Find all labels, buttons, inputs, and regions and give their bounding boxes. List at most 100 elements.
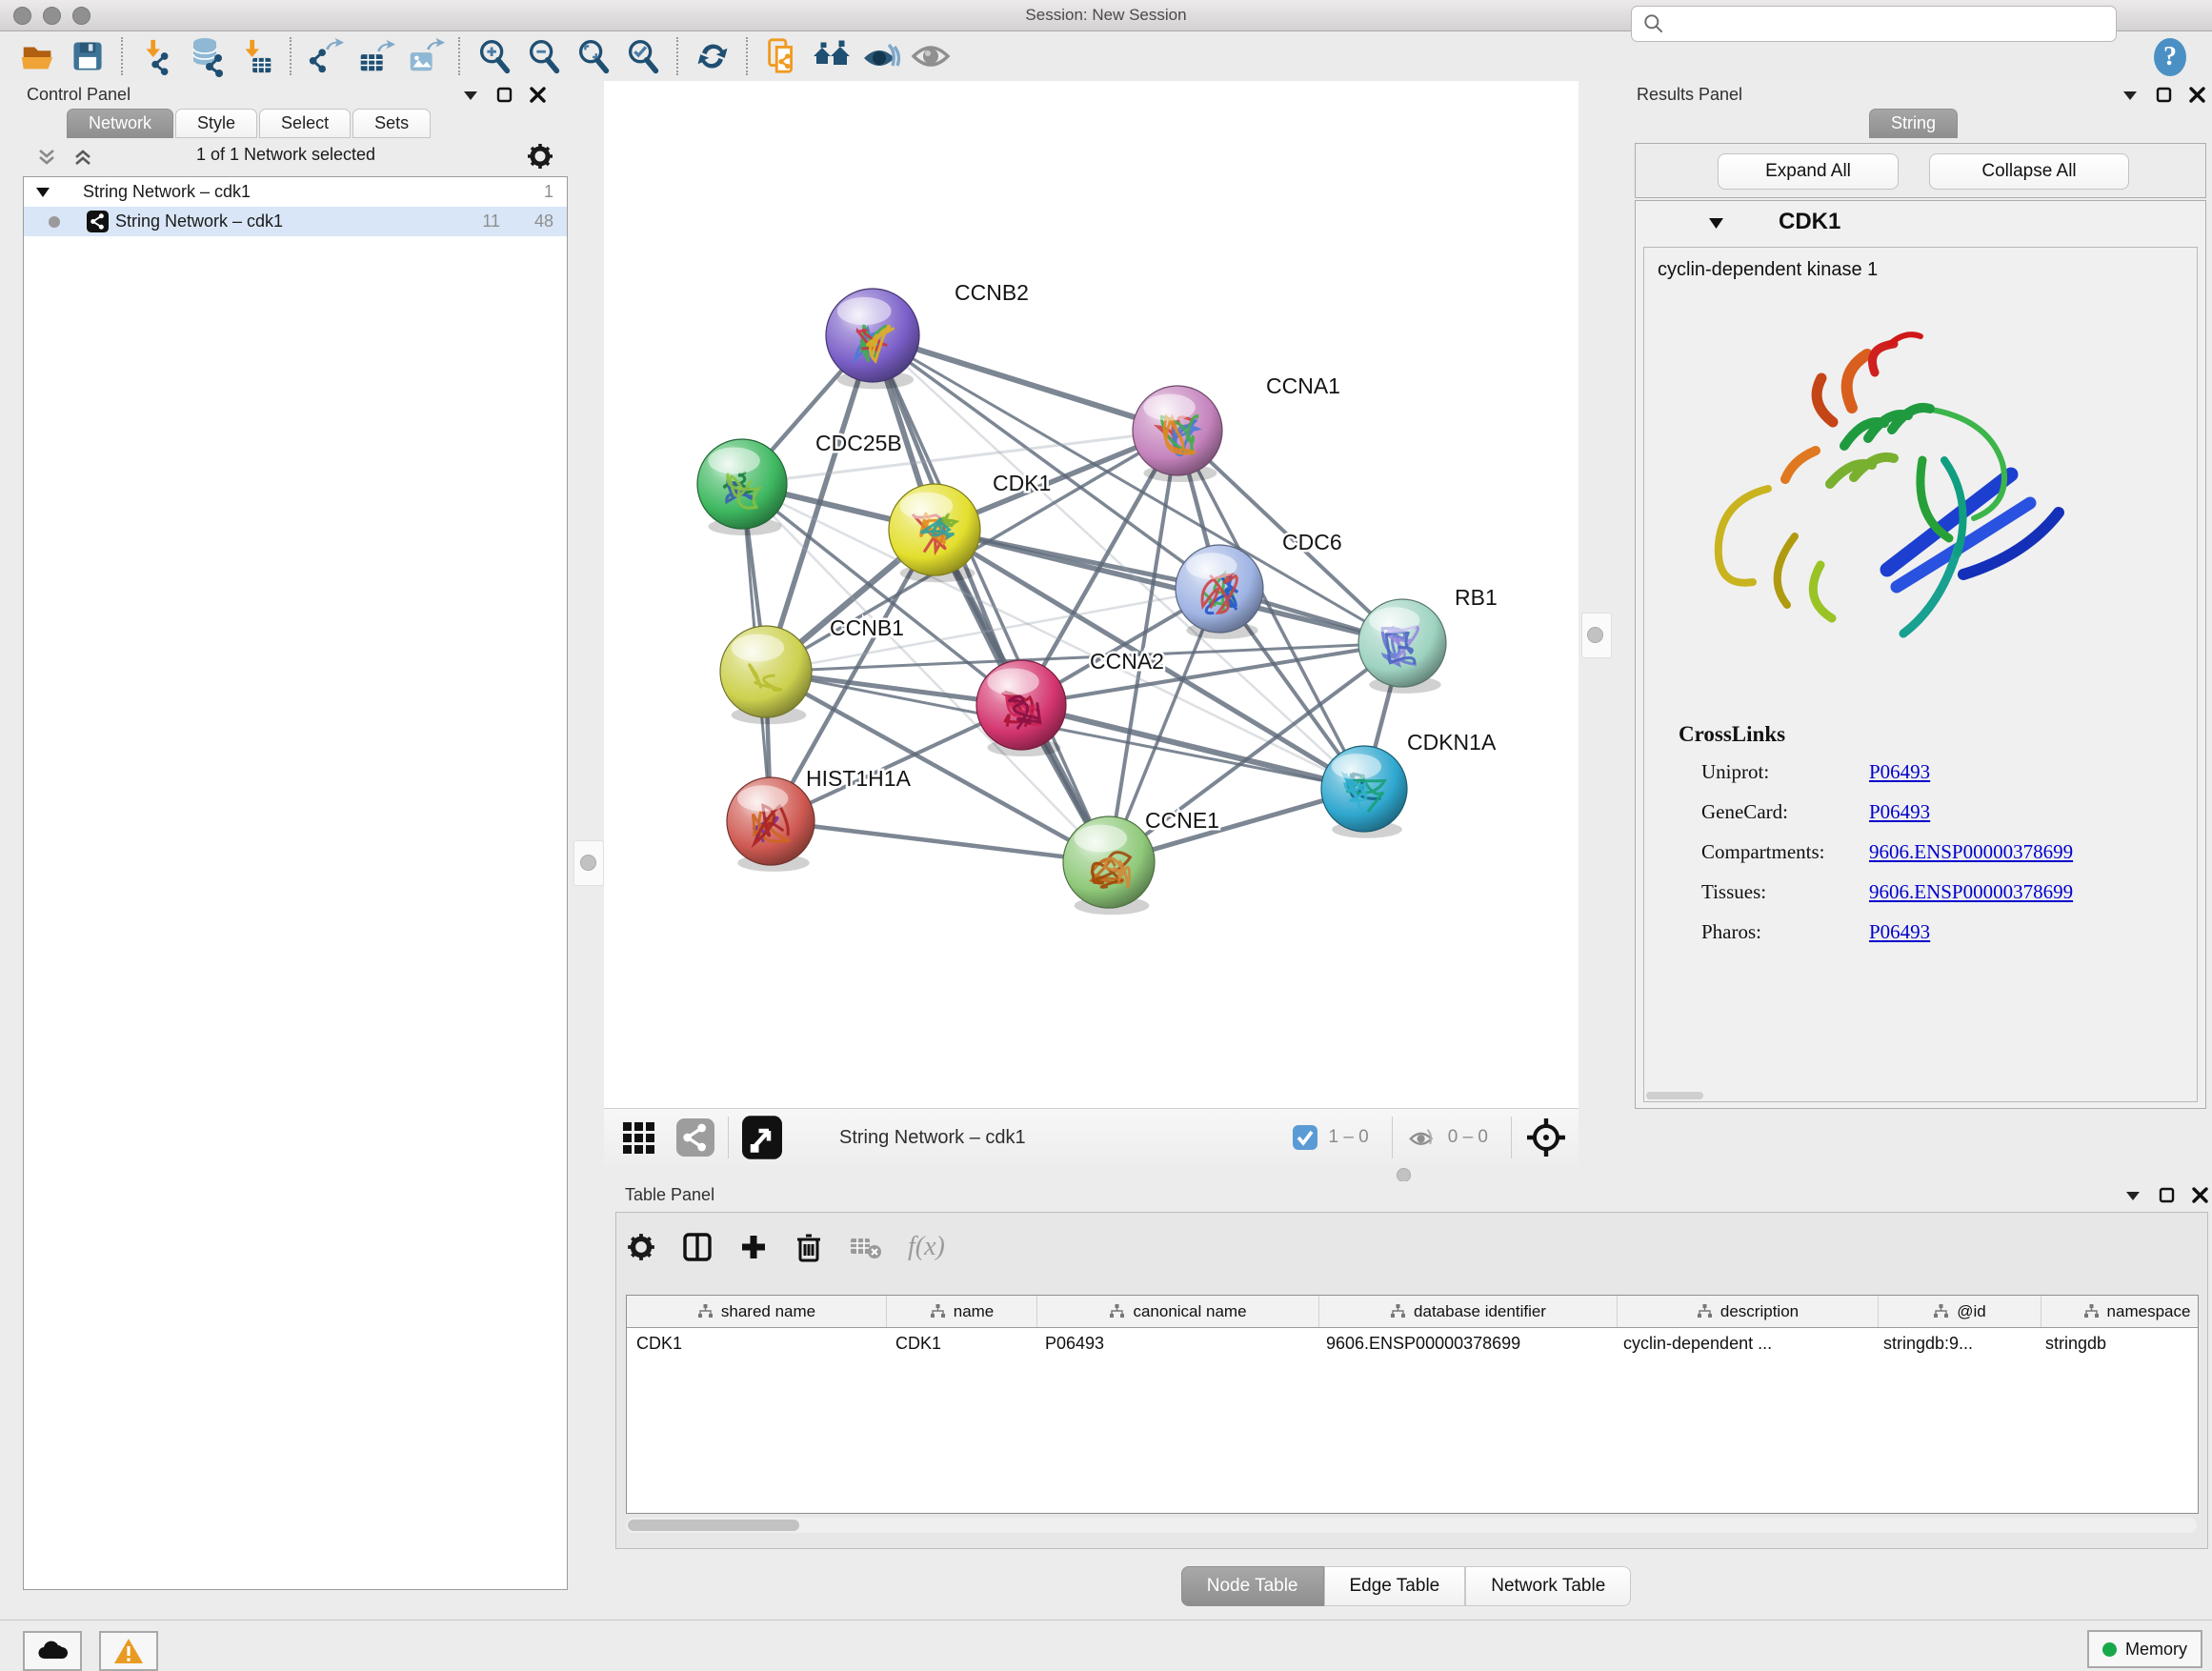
tab-node-table[interactable]: Node Table — [1181, 1566, 1324, 1606]
crosslink-link[interactable]: 9606.ENSP00000378699 — [1869, 840, 2073, 864]
export-network-button[interactable] — [301, 34, 351, 78]
tab-sets[interactable]: Sets — [352, 109, 431, 138]
table-cell[interactable]: 9606.ENSP00000378699 — [1317, 1328, 1614, 1354]
node-CDK1[interactable]: CDK1 — [889, 471, 1051, 582]
zoom-out-button[interactable] — [519, 34, 569, 78]
network-row[interactable]: String Network – cdk1 11 48 — [24, 207, 567, 236]
add-column-icon[interactable] — [738, 1232, 769, 1262]
tab-select[interactable]: Select — [259, 109, 351, 138]
node-CCNE1[interactable]: CCNE1 — [1063, 808, 1219, 915]
crosslink-link[interactable]: P06493 — [1869, 920, 1930, 944]
show-columns-icon[interactable] — [681, 1231, 714, 1263]
network-collection-row[interactable]: String Network – cdk1 1 — [24, 177, 567, 207]
right-splitter-dot[interactable] — [1587, 627, 1603, 643]
close-panel-icon[interactable] — [2192, 1187, 2208, 1203]
import-table-button[interactable] — [231, 34, 281, 78]
zoom-selected-button[interactable] — [618, 34, 668, 78]
table-cell[interactable]: stringdb — [2036, 1328, 2199, 1354]
column-header-shared-name[interactable]: shared name — [627, 1296, 887, 1327]
table-gear-icon[interactable] — [626, 1232, 656, 1262]
protein-expand-icon[interactable] — [1708, 216, 1724, 230]
collection-expand-icon[interactable] — [35, 186, 50, 198]
selected-checkbox-icon[interactable] — [1292, 1124, 1318, 1151]
float-panel-icon[interactable] — [2159, 1187, 2175, 1203]
birds-eye-view-icon[interactable] — [742, 1116, 782, 1159]
crosslink-link[interactable]: 9606.ENSP00000378699 — [1869, 880, 2073, 904]
column-header-canonical-name[interactable]: canonical name — [1037, 1296, 1319, 1327]
export-table-button[interactable] — [351, 34, 400, 78]
crosslink-link[interactable]: P06493 — [1869, 800, 1930, 824]
column-header-name[interactable]: name — [887, 1296, 1037, 1327]
network-graph[interactable]: CCNB2CCNA1CDC25BCDK1CDC6RB1CCNB1CCNA2CDK… — [604, 81, 1579, 1108]
search-box[interactable] — [1631, 6, 2117, 42]
home-button[interactable] — [807, 34, 856, 78]
clone-network-button[interactable] — [757, 34, 807, 78]
collapse-all-icon[interactable] — [36, 148, 57, 167]
zoom-in-button[interactable] — [470, 34, 519, 78]
protein-header-row[interactable]: CDK1 — [1636, 201, 2205, 245]
panel-menu-icon[interactable] — [2122, 89, 2139, 102]
help-button[interactable]: ? — [2149, 36, 2191, 83]
close-window-icon[interactable] — [13, 7, 31, 25]
float-panel-icon[interactable] — [496, 87, 513, 103]
table-cell[interactable]: CDK1 — [627, 1328, 886, 1354]
network-canvas[interactable]: CCNB2CCNA1CDC25BCDK1CDC6RB1CCNB1CCNA2CDK… — [604, 81, 1579, 1108]
results-scrollbar-stub[interactable] — [1646, 1092, 1703, 1099]
minimize-window-icon[interactable] — [43, 7, 61, 25]
node-CCNA1[interactable]: CCNA1 — [1133, 373, 1340, 482]
tab-edge-table[interactable]: Edge Table — [1324, 1566, 1466, 1606]
horizontal-splitter-dot[interactable] — [1397, 1168, 1411, 1182]
table-horizontal-scrollbar[interactable] — [626, 1518, 2197, 1533]
share-view-icon[interactable] — [676, 1118, 714, 1157]
column-header-description[interactable]: description — [1618, 1296, 1879, 1327]
node-CDC25B[interactable]: CDC25B — [697, 431, 902, 535]
hidden-eye-icon[interactable] — [1406, 1123, 1438, 1152]
expand-all-icon[interactable] — [72, 148, 93, 167]
refresh-layout-button[interactable] — [688, 34, 737, 78]
float-panel-icon[interactable] — [2156, 87, 2172, 103]
crosslink-link[interactable]: P06493 — [1869, 760, 1930, 784]
export-image-button[interactable] — [400, 34, 450, 78]
memory-button[interactable]: Memory — [2087, 1630, 2202, 1668]
zoom-fit-button[interactable] — [569, 34, 618, 78]
table-row[interactable]: CDK1CDK1P064939606.ENSP00000378699cyclin… — [627, 1328, 2198, 1354]
fit-content-crosshair-icon[interactable] — [1525, 1117, 1567, 1158]
column-header-@id[interactable]: @id — [1879, 1296, 2041, 1327]
left-splitter-dot[interactable] — [580, 855, 596, 871]
maximize-window-icon[interactable] — [72, 7, 90, 25]
warning-button[interactable] — [99, 1631, 158, 1671]
network-options-gear-icon[interactable] — [526, 142, 554, 171]
node-HIST1H1A[interactable]: HIST1H1A — [727, 766, 912, 872]
edge-CCNB2-CCNA1[interactable] — [873, 335, 1177, 431]
function-builder-icon[interactable]: f(x) — [908, 1232, 945, 1262]
panel-menu-icon[interactable] — [2124, 1189, 2142, 1202]
delete-table-icon[interactable] — [849, 1233, 883, 1261]
edge-HIST1H1A-CCNE1[interactable] — [771, 821, 1109, 862]
open-session-button[interactable] — [13, 34, 63, 78]
node-RB1[interactable]: RB1 — [1358, 585, 1498, 694]
close-panel-icon[interactable] — [2189, 87, 2205, 103]
scrollbar-thumb[interactable] — [628, 1520, 799, 1531]
import-network-button[interactable] — [132, 34, 182, 78]
import-network-from-database-button[interactable] — [182, 34, 231, 78]
tab-network[interactable]: Network — [67, 109, 173, 138]
panel-menu-icon[interactable] — [462, 89, 479, 102]
table-cell[interactable]: stringdb:9... — [1874, 1328, 2036, 1354]
table-cell[interactable]: P06493 — [1036, 1328, 1317, 1354]
table-cell[interactable]: cyclin-dependent ... — [1614, 1328, 1874, 1354]
tab-string[interactable]: String — [1869, 109, 1958, 138]
cloud-button[interactable] — [23, 1631, 82, 1671]
grid-view-icon[interactable] — [621, 1118, 659, 1157]
hide-selected-button[interactable] — [856, 34, 906, 78]
delete-column-icon[interactable] — [794, 1231, 824, 1263]
tab-style[interactable]: Style — [175, 109, 257, 138]
close-panel-icon[interactable] — [530, 87, 546, 103]
node-table[interactable]: shared namenamecanonical namedatabase id… — [626, 1295, 2199, 1514]
table-cell[interactable]: CDK1 — [886, 1328, 1036, 1354]
tab-network-table[interactable]: Network Table — [1465, 1566, 1631, 1606]
column-header-database-identifier[interactable]: database identifier — [1319, 1296, 1618, 1327]
node-CDKN1A[interactable]: CDKN1A — [1321, 730, 1497, 838]
save-session-button[interactable] — [63, 34, 112, 78]
column-header-namespace[interactable]: namespace — [2041, 1296, 2199, 1327]
show-all-button[interactable] — [906, 34, 955, 78]
